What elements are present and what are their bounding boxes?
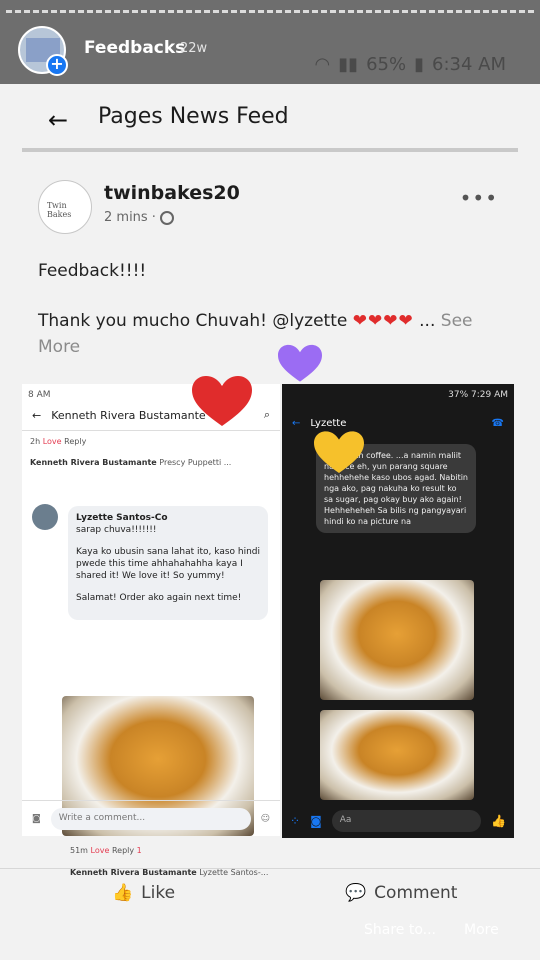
emoji-icon: ☺: [260, 813, 270, 824]
left-screenshot[interactable]: 8 AM ← Kenneth Rivera Bustamante ⌕ 2h Lo…: [22, 384, 280, 877]
comment-label: Comment: [374, 883, 458, 903]
story-name: Feedbacks: [84, 38, 186, 58]
messenger-back-icon: ←: [292, 417, 301, 429]
camera-icon: ◙: [32, 813, 41, 824]
search-icon: ⌕: [263, 408, 270, 421]
commenter-name: Lyzette Santos-Co: [76, 513, 168, 523]
thumbs-up-icon: 👍: [491, 814, 506, 828]
story-time: 22w: [180, 41, 208, 56]
red-heart-sticker: [192, 376, 252, 428]
post-header: Twin Bakes twinbakes20 2 mins · •••: [38, 180, 510, 240]
story-footer: Share to... More: [0, 922, 540, 942]
messenger-name: Lyzette: [310, 417, 347, 429]
status-bar: ◠ ▮▮ 65% ▮ 6:34 AM: [315, 54, 506, 75]
signal-icon: ▮▮: [338, 54, 359, 75]
left-header-title: Kenneth Rivera Bustamante: [51, 408, 206, 422]
call-icon: ☎: [491, 417, 504, 429]
post-options-icon[interactable]: •••: [460, 186, 498, 210]
comment-bar: ◙ Write a comment... ☺: [22, 800, 280, 836]
post-ellipsis: ...: [419, 311, 436, 331]
right-status: 37% 7:29 AM: [282, 384, 514, 400]
nav-bar: ← Pages News Feed: [22, 84, 518, 152]
reply-row-1: Kenneth Rivera Bustamante Prescy Puppett…: [30, 458, 232, 467]
page-name[interactable]: twinbakes20: [104, 182, 240, 204]
globe-icon: [159, 210, 174, 225]
message-input: Aa: [331, 810, 482, 832]
back-arrow-icon[interactable]: ←: [48, 106, 68, 134]
comment-meta-1: 2h Love Reply: [30, 437, 87, 446]
battery-icon: ▮: [414, 54, 424, 75]
comment-icon: 💬: [345, 883, 367, 903]
add-story-icon[interactable]: +: [46, 54, 68, 76]
page-logo-text: Twin Bakes: [47, 201, 72, 219]
cake-photo-2: [320, 580, 474, 700]
post-text-body: Thank you mucho Chuvah! @lyzette: [38, 311, 348, 331]
phone-screen: ← Pages News Feed Twin Bakes twinbakes20…: [0, 84, 540, 960]
yellow-heart-sticker: [314, 430, 364, 476]
like-button[interactable]: 👍 Like: [112, 883, 175, 903]
comment-input: Write a comment...: [50, 807, 251, 830]
left-back-icon: ←: [32, 408, 42, 422]
messenger-input-bar: ⁘ ◙ Aa 👍: [282, 804, 514, 838]
comment-bubble: Lyzette Santos-Co sarap chuva!!!!!!! Kaya…: [68, 506, 268, 620]
purple-heart-sticker: [278, 344, 322, 384]
post-actions: 👍 Like 💬 Comment: [0, 868, 540, 918]
comment-meta-2: 51m Love Reply 1: [70, 846, 142, 855]
wifi-icon: ◠: [314, 54, 331, 75]
post-time: 2 mins: [104, 210, 148, 225]
page-logo[interactable]: Twin Bakes: [38, 180, 92, 234]
apps-icon: ⁘: [290, 814, 301, 828]
like-label: Like: [141, 883, 176, 903]
battery-level: 65%: [366, 54, 407, 75]
more-button[interactable]: More: [464, 922, 499, 938]
post-text-line-1: Feedback!!!!: [38, 261, 147, 281]
post-text-line-2: Thank you mucho Chuvah! @lyzette ❤❤❤❤ ..…: [38, 308, 504, 360]
mini-camera-icon: ◙: [310, 814, 322, 828]
clock: 6:34 AM: [432, 54, 506, 75]
post-text: Feedback!!!! Thank you mucho Chuvah! @ly…: [38, 258, 504, 360]
page-title: Pages News Feed: [98, 104, 289, 129]
commenter-avatar: [32, 504, 58, 530]
comment-button[interactable]: 💬 Comment: [345, 883, 457, 903]
heart-emojis: ❤❤❤❤: [352, 311, 414, 331]
story-progress-bar: [6, 10, 534, 13]
thumb-icon: 👍: [112, 883, 134, 903]
share-to-button[interactable]: Share to...: [364, 922, 436, 938]
left-status-time: 8 AM: [28, 390, 51, 400]
right-status-time: 37% 7:29 AM: [448, 390, 508, 400]
post-meta: 2 mins ·: [104, 210, 174, 225]
cake-photo-3: [320, 710, 474, 800]
